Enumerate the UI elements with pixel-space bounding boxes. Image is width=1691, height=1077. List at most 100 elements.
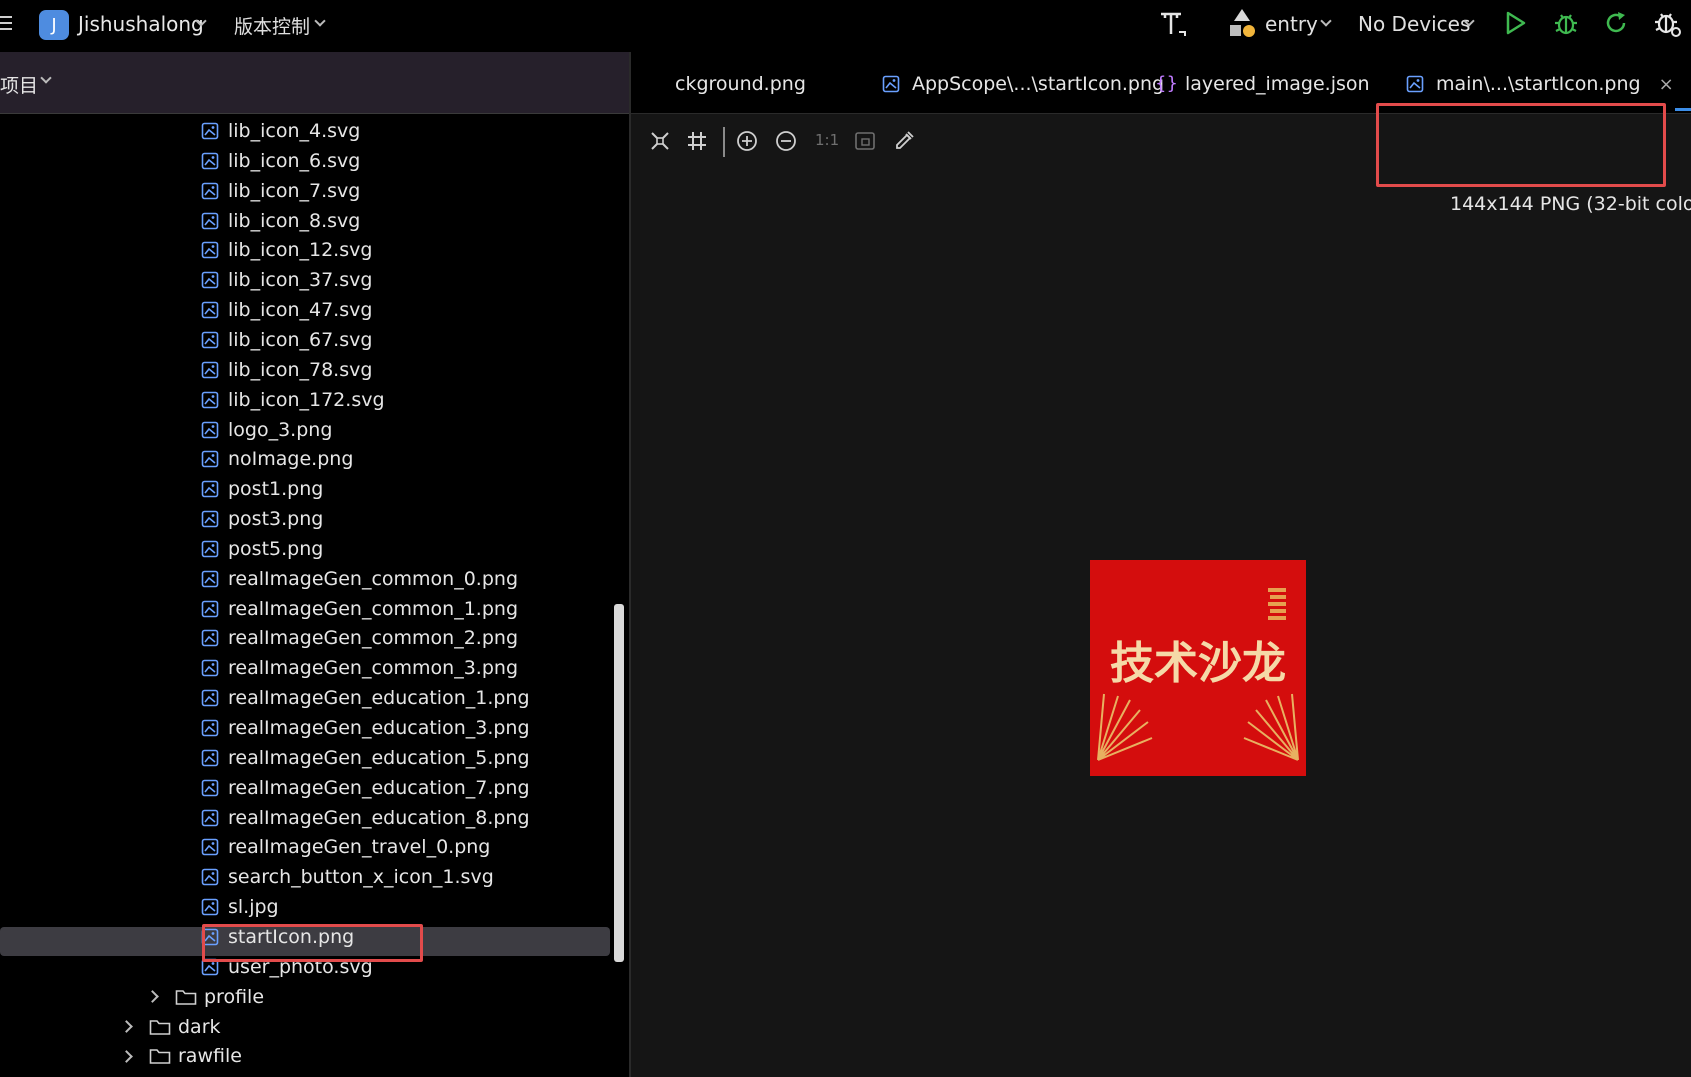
file-tree-item[interactable]: lib_icon_37.svg xyxy=(201,265,372,295)
project-name[interactable]: Jishushalong xyxy=(78,12,204,36)
folder-tree-item[interactable]: rawfile xyxy=(120,1041,242,1071)
image-file-icon xyxy=(201,600,219,617)
zoom-in-icon[interactable] xyxy=(736,130,758,152)
close-icon[interactable]: × xyxy=(1659,74,1674,95)
file-tree-item[interactable]: sl.jpg xyxy=(201,892,279,922)
module-shapes-icon[interactable] xyxy=(1228,7,1256,39)
file-tree-item[interactable]: realImageGen_travel_0.png xyxy=(201,832,490,862)
folder-name: profile xyxy=(204,985,265,1008)
file-tree-item[interactable]: realImageGen_common_1.png xyxy=(201,594,518,624)
file-name: realImageGen_education_5.png xyxy=(228,746,530,769)
folder-icon xyxy=(149,1049,171,1065)
file-tree-item[interactable]: lib_icon_47.svg xyxy=(201,295,372,325)
tab-label: AppScope\...\startIcon.png xyxy=(912,73,1165,95)
preview-text: 技术沙龙 xyxy=(1110,638,1286,689)
tab-appscope-starticon[interactable]: AppScope\...\startIcon.png xyxy=(882,70,1164,98)
project-panel-title[interactable]: 项目 xyxy=(0,71,38,98)
run-target-select[interactable]: entry xyxy=(1265,12,1318,36)
file-tree-item[interactable]: lib_icon_8.svg xyxy=(201,206,360,236)
image-file-icon xyxy=(201,480,219,498)
file-tree-item[interactable]: noImage.png xyxy=(201,444,353,474)
tab-label: main\...\startIcon.png xyxy=(1436,73,1641,95)
chevron-right-icon[interactable] xyxy=(120,1049,133,1063)
debug-icon[interactable] xyxy=(1552,9,1580,37)
scrollbar[interactable] xyxy=(614,604,624,962)
json-file-icon: {} xyxy=(1155,73,1178,94)
chevron-down-icon[interactable] xyxy=(1320,15,1332,27)
chevron-down-icon[interactable] xyxy=(40,72,52,84)
image-file-icon xyxy=(201,451,219,468)
file-name: realImageGen_common_0.png xyxy=(228,567,519,590)
folder-name: rawfile xyxy=(178,1045,242,1068)
version-control-menu[interactable]: 版本控制 xyxy=(234,12,310,39)
tab-main-starticon[interactable]: main\...\startIcon.png × xyxy=(1406,70,1674,98)
image-info-label: 144x144 PNG (32-bit color) xyxy=(1450,193,1691,215)
color-picker-icon[interactable] xyxy=(893,130,915,152)
chevron-down-icon[interactable] xyxy=(314,15,326,27)
file-tree-item[interactable]: post5.png xyxy=(201,534,323,564)
grid-icon[interactable] xyxy=(686,130,708,152)
fit-screen-icon[interactable] xyxy=(649,130,671,152)
file-name: logo_3.png xyxy=(228,418,333,441)
image-file-icon xyxy=(201,122,219,140)
text-tool-icon[interactable] xyxy=(1157,8,1189,40)
folder-tree-item[interactable]: profile xyxy=(146,982,265,1012)
tab-layered-image-json[interactable]: {} layered_image.json xyxy=(1155,70,1370,98)
file-name: realImageGen_education_8.png xyxy=(228,806,530,829)
file-tree-item[interactable]: realImageGen_common_0.png xyxy=(201,564,518,594)
file-name: realImageGen_education_1.png xyxy=(228,687,530,710)
file-tree-item[interactable]: lib_icon_67.svg xyxy=(201,325,372,355)
image-file-icon xyxy=(201,242,219,259)
file-tree-item[interactable]: realImageGen_education_5.png xyxy=(201,743,530,773)
device-select[interactable]: No Devices xyxy=(1358,12,1470,36)
file-name: post5.png xyxy=(228,537,324,560)
image-file-icon xyxy=(201,152,219,170)
project-panel-header: 项目 xyxy=(0,52,629,114)
folder-icon xyxy=(149,1019,171,1035)
file-tree-item[interactable]: post3.png xyxy=(201,504,323,534)
chevron-right-icon[interactable] xyxy=(146,990,159,1004)
reload-icon[interactable] xyxy=(1602,9,1630,37)
file-tree-item[interactable]: post1.png xyxy=(201,474,323,504)
file-name: sl.jpg xyxy=(228,896,279,919)
image-file-icon xyxy=(201,421,219,438)
tab-label: layered_image.json xyxy=(1185,73,1370,95)
file-tree-item[interactable]: realImageGen_education_1.png xyxy=(201,683,530,713)
file-tree-item[interactable]: search_button_x_icon_1.svg xyxy=(201,862,494,892)
folder-tree-item[interactable]: dark xyxy=(120,1012,221,1042)
file-tree-item[interactable]: lib_icon_78.svg xyxy=(201,355,372,385)
file-tree-item[interactable]: lib_icon_7.svg xyxy=(201,176,360,206)
file-name: lib_icon_47.svg xyxy=(228,299,373,322)
file-name: lib_icon_12.svg xyxy=(228,239,373,262)
actual-size-button[interactable]: 1:1 xyxy=(815,131,839,149)
file-name: lib_icon_6.svg xyxy=(228,149,361,172)
zoom-out-icon[interactable] xyxy=(775,130,797,152)
folder-icon xyxy=(175,989,197,1005)
file-tree-item[interactable]: realImageGen_education_8.png xyxy=(201,803,530,833)
file-tree-item[interactable]: lib_icon_12.svg xyxy=(201,235,372,265)
run-icon[interactable] xyxy=(1502,10,1528,36)
file-tree-item[interactable]: logo_3.png xyxy=(201,415,332,445)
image-file-icon xyxy=(201,361,219,379)
main-menu-icon[interactable] xyxy=(0,12,14,34)
file-name: lib_icon_78.svg xyxy=(228,358,373,381)
file-name: post1.png xyxy=(228,478,324,501)
fit-zoom-icon[interactable] xyxy=(854,130,876,152)
file-tree-item[interactable]: realImageGen_education_7.png xyxy=(201,773,530,803)
tab-background-png[interactable]: ckground.png xyxy=(675,70,806,98)
file-tree-item[interactable]: realImageGen_common_3.png xyxy=(201,653,518,683)
file-tree-item[interactable]: realImageGen_common_2.png xyxy=(201,623,518,653)
image-file-icon xyxy=(201,719,219,737)
profiler-bug-icon[interactable] xyxy=(1652,8,1682,38)
file-tree-item[interactable]: lib_icon_6.svg xyxy=(201,146,360,176)
file-tree-item[interactable]: realImageGen_education_3.png xyxy=(201,713,530,743)
file-tree-item[interactable]: lib_icon_4.svg xyxy=(201,116,360,146)
image-file-icon xyxy=(201,510,219,528)
file-name: realImageGen_common_1.png xyxy=(228,597,519,620)
image-file-icon xyxy=(201,839,219,856)
file-name: noImage.png xyxy=(228,448,354,471)
project-avatar[interactable]: J xyxy=(39,10,69,40)
image-file-icon xyxy=(201,749,219,767)
chevron-right-icon[interactable] xyxy=(120,1020,133,1033)
file-tree-item[interactable]: lib_icon_172.svg xyxy=(201,385,385,415)
